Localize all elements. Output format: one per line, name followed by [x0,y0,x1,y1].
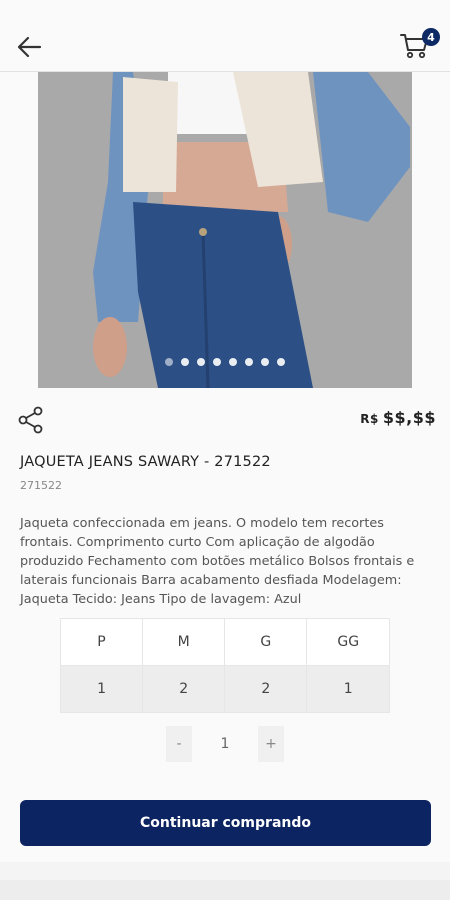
quantity-value: 1 [220,736,230,752]
carousel-dot[interactable] [261,358,269,366]
size-stock-m: 2 [142,665,226,713]
product-photo [38,72,412,388]
product-sku: 271522 [20,479,62,492]
size-option-p[interactable]: P [59,618,144,666]
size-stock-gg: 1 [306,665,390,713]
size-stock-g: 2 [224,665,308,713]
price-currency: R$ [360,412,379,426]
cart-button[interactable]: 4 [400,28,440,62]
share-button[interactable] [18,406,44,434]
app-bar: 4 [0,0,450,72]
cart-count-badge: 4 [422,28,440,46]
size-option-m[interactable]: M [142,618,226,666]
quantity-stepper: - 1 + [166,726,284,762]
decrease-quantity-button[interactable]: - [166,726,192,762]
carousel-dot[interactable] [277,358,285,366]
product-price: R$ $$,$$ [360,408,436,427]
carousel-dot[interactable] [229,358,237,366]
product-detail: R$ $$,$$ JAQUETA JEANS SAWARY - 271522 27… [0,72,450,862]
back-button[interactable] [14,30,46,62]
carousel-dot[interactable] [197,358,205,366]
carousel-dot[interactable] [181,358,189,366]
carousel-dot[interactable] [213,358,221,366]
size-option-gg[interactable]: GG [306,618,390,666]
arrow-left-icon [17,36,42,58]
carousel-dots [38,358,412,366]
size-table: P M G GG 1 2 2 1 [59,618,390,713]
product-description: Jaqueta confeccionada em jeans. O modelo… [20,516,415,607]
price-value: $$,$$ [382,408,436,427]
size-stock-p: 1 [59,665,144,713]
product-image-carousel[interactable] [38,72,412,388]
product-title: JAQUETA JEANS SAWARY - 271522 [20,454,271,470]
size-option-g[interactable]: G [224,618,308,666]
share-icon [18,406,43,434]
increase-quantity-button[interactable]: + [258,726,284,762]
bottom-strip [0,880,450,900]
carousel-dot[interactable] [245,358,253,366]
carousel-dot[interactable] [165,358,173,366]
continue-shopping-button[interactable]: Continuar comprando [20,800,431,846]
